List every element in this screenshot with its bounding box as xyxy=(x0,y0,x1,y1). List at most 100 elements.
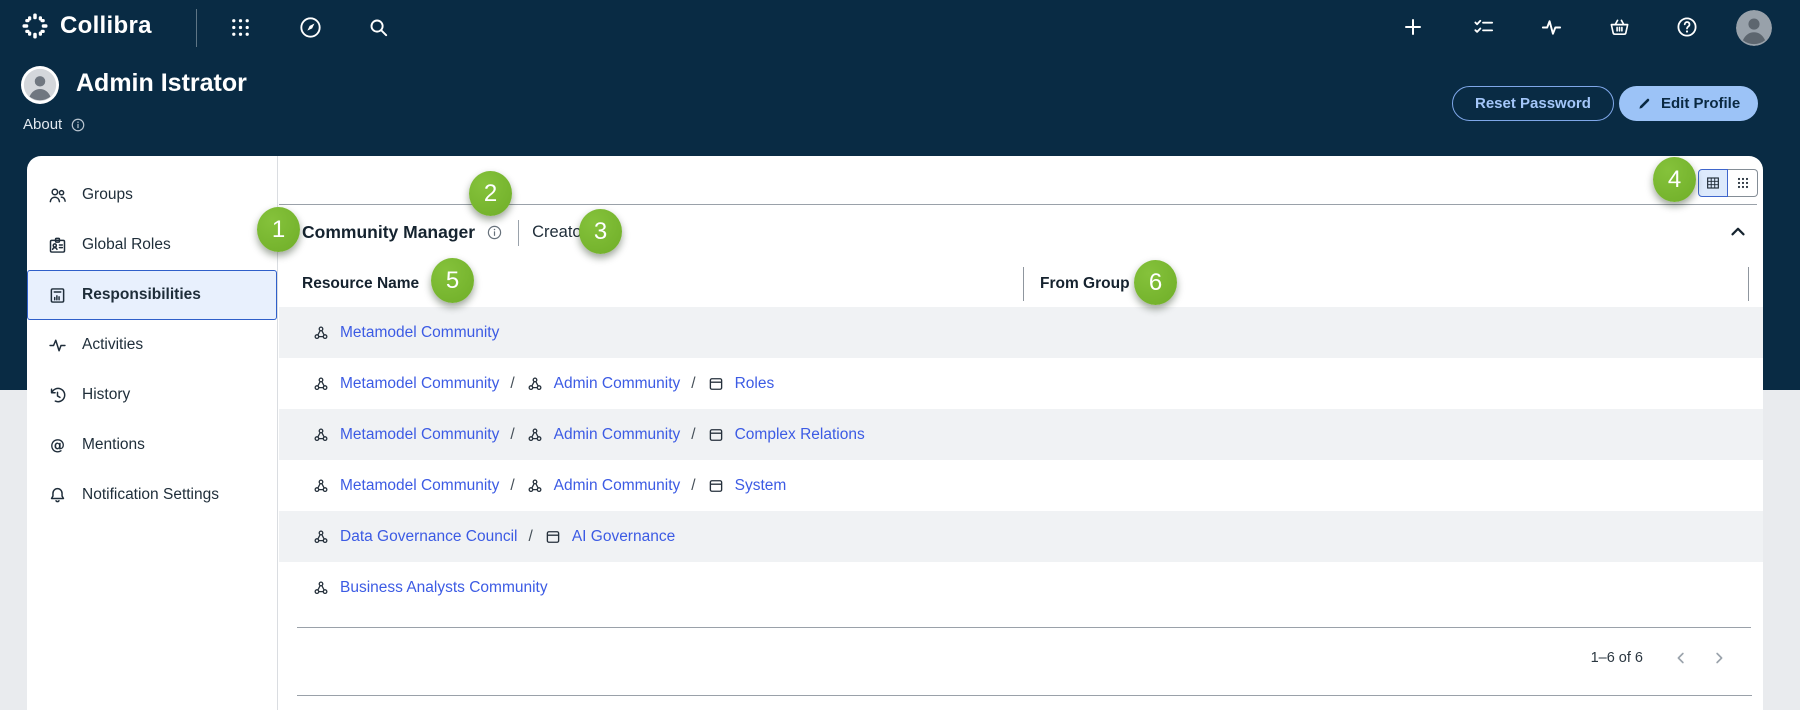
compass-icon[interactable] xyxy=(292,9,328,45)
search-icon[interactable] xyxy=(360,9,396,45)
plus-icon[interactable] xyxy=(1395,9,1431,45)
domain-icon xyxy=(707,426,725,444)
resource-link[interactable]: Complex Relations xyxy=(735,426,865,444)
table-header: Resource Name From Group xyxy=(279,261,1763,307)
notifications-icon xyxy=(47,485,68,506)
svg-text:@: @ xyxy=(50,435,65,453)
activity-icon[interactable] xyxy=(1533,9,1569,45)
community-icon xyxy=(312,426,330,444)
pagination-range: 1–6 of 6 xyxy=(1591,650,1643,666)
resource-link[interactable]: Business Analysts Community xyxy=(340,579,548,597)
resource-link[interactable]: Admin Community xyxy=(554,477,681,495)
pagination: 1–6 of 6 xyxy=(1591,644,1733,672)
sidebar-item-activities[interactable]: Activities xyxy=(27,320,277,370)
breadcrumb-separator: / xyxy=(691,477,695,495)
community-icon xyxy=(526,375,544,393)
mentions-icon: @ xyxy=(47,435,68,456)
community-icon xyxy=(312,477,330,495)
sidebar-item-label: Mentions xyxy=(82,436,145,454)
groups-icon xyxy=(47,185,68,206)
sidebar-item-label: Global Roles xyxy=(82,236,171,254)
sidebar-item-label: Responsibilities xyxy=(82,286,201,304)
breadcrumb-separator: / xyxy=(510,426,514,444)
chevron-up-icon[interactable] xyxy=(1722,216,1754,248)
role-title: Community Manager xyxy=(302,222,475,243)
user-avatar[interactable] xyxy=(1736,10,1772,46)
breadcrumb-separator: / xyxy=(691,375,695,393)
sidebar-item-responsibilities[interactable]: Responsibilities xyxy=(27,270,277,320)
sidebar-item-groups[interactable]: Groups xyxy=(27,170,277,220)
resource-link[interactable]: Admin Community xyxy=(554,375,681,393)
page-title: Admin Istrator xyxy=(76,69,247,98)
table-row: Data Governance Council/AI Governance xyxy=(279,511,1763,562)
community-icon xyxy=(312,528,330,546)
breadcrumb-separator: / xyxy=(510,477,514,495)
sidebar-item-mentions[interactable]: @ Mentions xyxy=(27,420,277,470)
brand-name: Collibra xyxy=(60,12,152,40)
sidebar-item-history[interactable]: History xyxy=(27,370,277,420)
annotation-badge-3: 3 xyxy=(579,209,622,254)
annotation-badge-6: 6 xyxy=(1134,260,1177,305)
sidebar-item-notification-settings[interactable]: Notification Settings xyxy=(27,470,277,520)
table-view-icon[interactable] xyxy=(1698,169,1728,197)
resource-link[interactable]: Admin Community xyxy=(554,426,681,444)
community-icon xyxy=(526,426,544,444)
column-divider[interactable] xyxy=(1023,267,1024,301)
column-header-from-group[interactable]: From Group xyxy=(1040,261,1130,307)
help-icon[interactable] xyxy=(1669,9,1705,45)
activities-icon xyxy=(47,335,68,356)
table-row: Metamodel Community / Admin Community / Comp… xyxy=(279,409,1763,460)
chevron-right-icon[interactable] xyxy=(1705,644,1733,672)
apps-grid-icon[interactable] xyxy=(222,9,258,45)
edit-profile-button[interactable]: Edit Profile xyxy=(1619,86,1758,121)
edit-profile-label: Edit Profile xyxy=(1661,95,1740,112)
breadcrumb-separator: / xyxy=(691,426,695,444)
about-label: About xyxy=(23,116,86,133)
sidebar-item-label: History xyxy=(82,386,130,404)
chevron-left-icon[interactable] xyxy=(1667,644,1695,672)
breadcrumb-separator: / xyxy=(510,375,514,393)
resource-link[interactable]: System xyxy=(735,477,787,495)
profile-avatar[interactable] xyxy=(21,66,59,104)
profile-sidebar: Groups Global Roles Responsibilities Activi… xyxy=(27,156,278,710)
community-icon xyxy=(312,324,330,342)
collibra-logo-icon xyxy=(20,11,50,41)
topbar-divider xyxy=(196,9,197,47)
sidebar-item-label: Notification Settings xyxy=(82,486,219,504)
responsibilities-icon xyxy=(47,285,68,306)
resource-link[interactable]: Metamodel Community xyxy=(340,324,499,342)
tasks-icon[interactable] xyxy=(1465,9,1501,45)
domain-icon xyxy=(544,528,562,546)
resource-link[interactable]: Data Governance Council xyxy=(340,528,518,546)
column-header-resource-name[interactable]: Resource Name xyxy=(302,261,419,307)
table-row: Business Analysts Community xyxy=(279,562,1763,613)
resource-link[interactable]: Metamodel Community xyxy=(340,426,499,444)
about-text: About xyxy=(23,116,62,133)
annotation-badge-4: 4 xyxy=(1653,157,1696,202)
annotation-badge-5: 5 xyxy=(431,258,474,303)
community-icon xyxy=(312,579,330,597)
card-view-icon[interactable] xyxy=(1728,169,1758,197)
column-divider[interactable] xyxy=(1748,267,1749,301)
title-divider xyxy=(518,220,519,246)
responsibilities-panel: Community Manager Creator Resource Name … xyxy=(279,156,1763,710)
community-icon xyxy=(312,375,330,393)
resource-link[interactable]: Metamodel Community xyxy=(340,477,499,495)
table-row: Metamodel Community xyxy=(279,307,1763,358)
resource-link[interactable]: Metamodel Community xyxy=(340,375,499,393)
info-icon[interactable] xyxy=(70,117,86,133)
pencil-icon xyxy=(1637,96,1652,111)
sidebar-item-label: Activities xyxy=(82,336,143,354)
resource-link[interactable]: Roles xyxy=(735,375,775,393)
table-bottom-divider xyxy=(297,627,1751,628)
resource-link[interactable]: AI Governance xyxy=(572,528,675,546)
info-icon[interactable] xyxy=(486,224,503,241)
collibra-logo[interactable]: Collibra xyxy=(20,11,152,41)
basket-icon[interactable] xyxy=(1601,9,1637,45)
sidebar-item-global-roles[interactable]: Global Roles xyxy=(27,220,277,270)
domain-icon xyxy=(707,477,725,495)
table-row: Metamodel Community / Admin Community / Syst… xyxy=(279,460,1763,511)
reset-password-button[interactable]: Reset Password xyxy=(1452,86,1614,121)
responsibilities-table: Metamodel Community Metamodel Community / A… xyxy=(279,307,1763,613)
history-icon xyxy=(47,385,68,406)
